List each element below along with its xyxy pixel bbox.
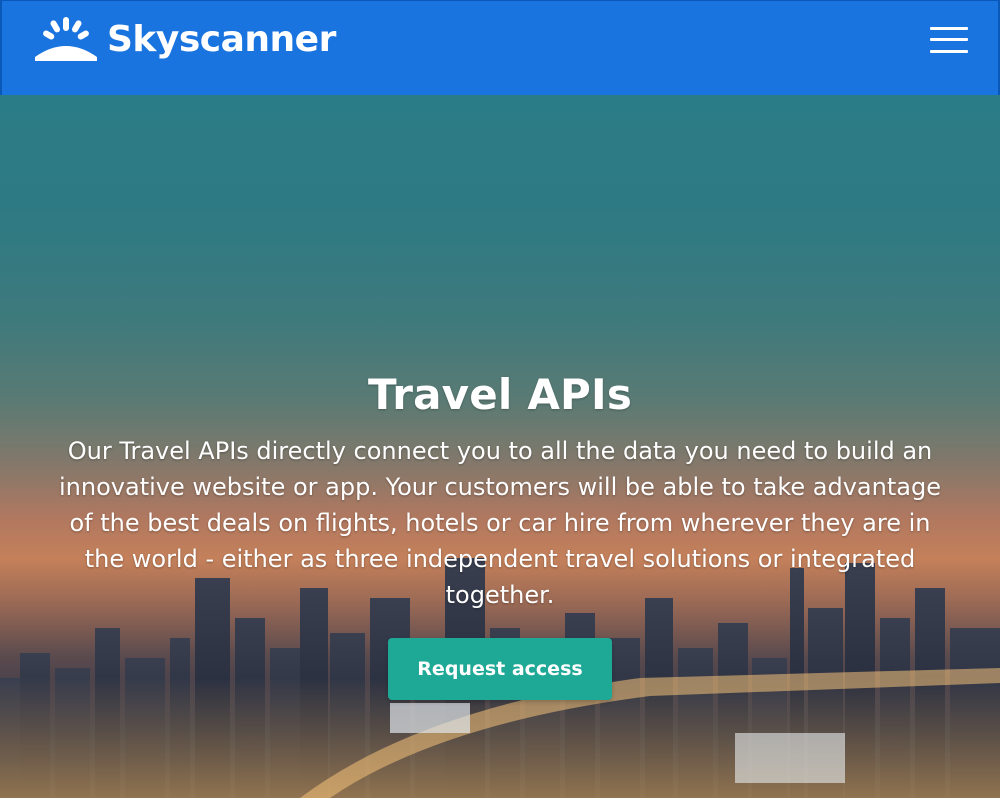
request-access-button[interactable]: Request access [388,638,612,700]
top-navigation-bar: Skyscanner [0,0,1000,95]
menu-bar-line [930,27,968,30]
hero-banner: Travel APIs Our Travel APIs directly con… [0,95,1000,798]
brand-name: Skyscanner [107,19,336,60]
page-title: Travel APIs [367,370,633,419]
menu-bar-line [930,50,968,53]
sunburst-logo-icon [35,17,97,61]
page: Skyscanner Travel APIs Our Travel APIs d… [0,0,1000,798]
menu-bar-line [930,38,968,41]
skyscanner-logo[interactable]: Skyscanner [33,15,336,63]
hero-content: Travel APIs Our Travel APIs directly con… [40,365,960,613]
hamburger-menu-icon[interactable] [930,25,968,55]
hero-description: Our Travel APIs directly connect you to … [59,437,941,609]
